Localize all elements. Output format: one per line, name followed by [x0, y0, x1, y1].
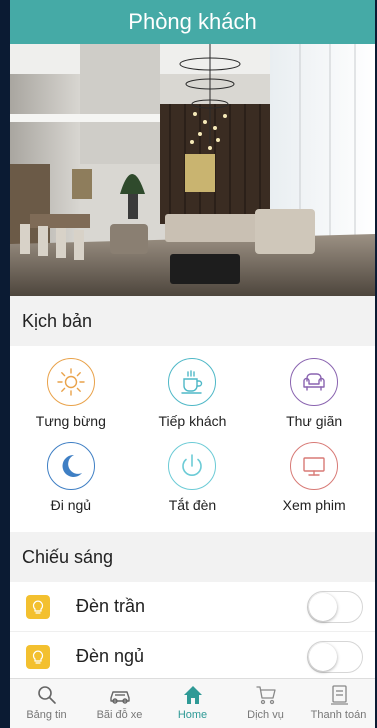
scene-label: Thư giãn [286, 413, 343, 429]
scene-tiep-khach-button[interactable]: Tiếp khách [137, 358, 247, 442]
lighting-section-title: Chiếu sáng [10, 532, 375, 582]
coffee-cup-icon [168, 358, 217, 406]
receipt-icon [330, 685, 348, 705]
light-name: Đèn trần [76, 596, 146, 616]
scene-label: Đi ngủ [50, 497, 92, 513]
scene-tat-den-button[interactable]: Tắt đèn [137, 442, 247, 526]
tab-bang-tin[interactable]: Bảng tin [10, 679, 83, 728]
armchair-icon [290, 358, 339, 406]
room-photo [10, 44, 375, 296]
light-row-den-ngu: Đèn ngủ [10, 632, 375, 682]
scene-tung-bung-button[interactable]: Tưng bừng [16, 358, 126, 442]
search-icon [37, 686, 56, 704]
scene-label: Tưng bừng [35, 413, 106, 429]
tab-label: Dịch vụ [247, 709, 284, 721]
top-bar: Phòng khách [10, 0, 375, 44]
tab-bai-do-xe[interactable]: Bãi đỗ xe [83, 679, 156, 728]
car-icon [109, 691, 130, 704]
power-icon [168, 442, 217, 490]
scene-di-ngu-button[interactable]: Đi ngủ [16, 442, 126, 526]
sun-icon [46, 358, 95, 406]
scene-thu-gian-button[interactable]: Thư giãn [259, 358, 369, 442]
scene-label: Tắt đèn [168, 497, 217, 513]
light-name: Đèn ngủ [76, 646, 145, 666]
moon-icon [46, 442, 95, 490]
light-toggle[interactable] [307, 640, 363, 673]
lightbulb-icon [26, 644, 50, 669]
scene-label: Xem phim [282, 497, 346, 513]
cart-icon [255, 686, 276, 705]
scene-row: Tưng bừng Tiếp khách Thư giãn [10, 358, 375, 442]
toggle-knob [309, 642, 337, 671]
scene-xem-phim-button[interactable]: Xem phim [259, 442, 369, 526]
tab-dich-vu[interactable]: Dịch vụ [229, 679, 302, 728]
app-screen: Phòng khách Kịch bản Tưng bừng Tiếp khác… [10, 0, 375, 728]
tab-label: Home [177, 709, 208, 721]
scenes-section-title: Kịch bản [10, 296, 375, 346]
tab-label: Bảng tin [26, 709, 67, 721]
light-row-den-tran: Đèn trần [10, 582, 375, 632]
page-title: Phòng khách [128, 9, 257, 34]
scene-label: Tiếp khách [158, 413, 227, 429]
lightbulb-icon [26, 594, 50, 619]
toggle-knob [309, 592, 337, 621]
tab-thanh-toan[interactable]: Thanh toán [302, 679, 375, 728]
scenes-grid: Tưng bừng Tiếp khách Thư giãn Đi ngủ Tắt… [10, 346, 375, 532]
bottom-tab-bar: Bảng tin Bãi đỗ xe Home Dịch vụ Thanh to… [10, 678, 375, 728]
tab-label: Bãi đỗ xe [96, 709, 143, 721]
light-toggle[interactable] [307, 590, 363, 623]
home-icon [183, 686, 202, 704]
monitor-icon [290, 442, 339, 490]
living-room-image [10, 44, 375, 296]
scene-row: Đi ngủ Tắt đèn Xem phim [10, 442, 375, 526]
tab-home[interactable]: Home [156, 679, 229, 728]
tab-label: Thanh toán [310, 709, 367, 721]
